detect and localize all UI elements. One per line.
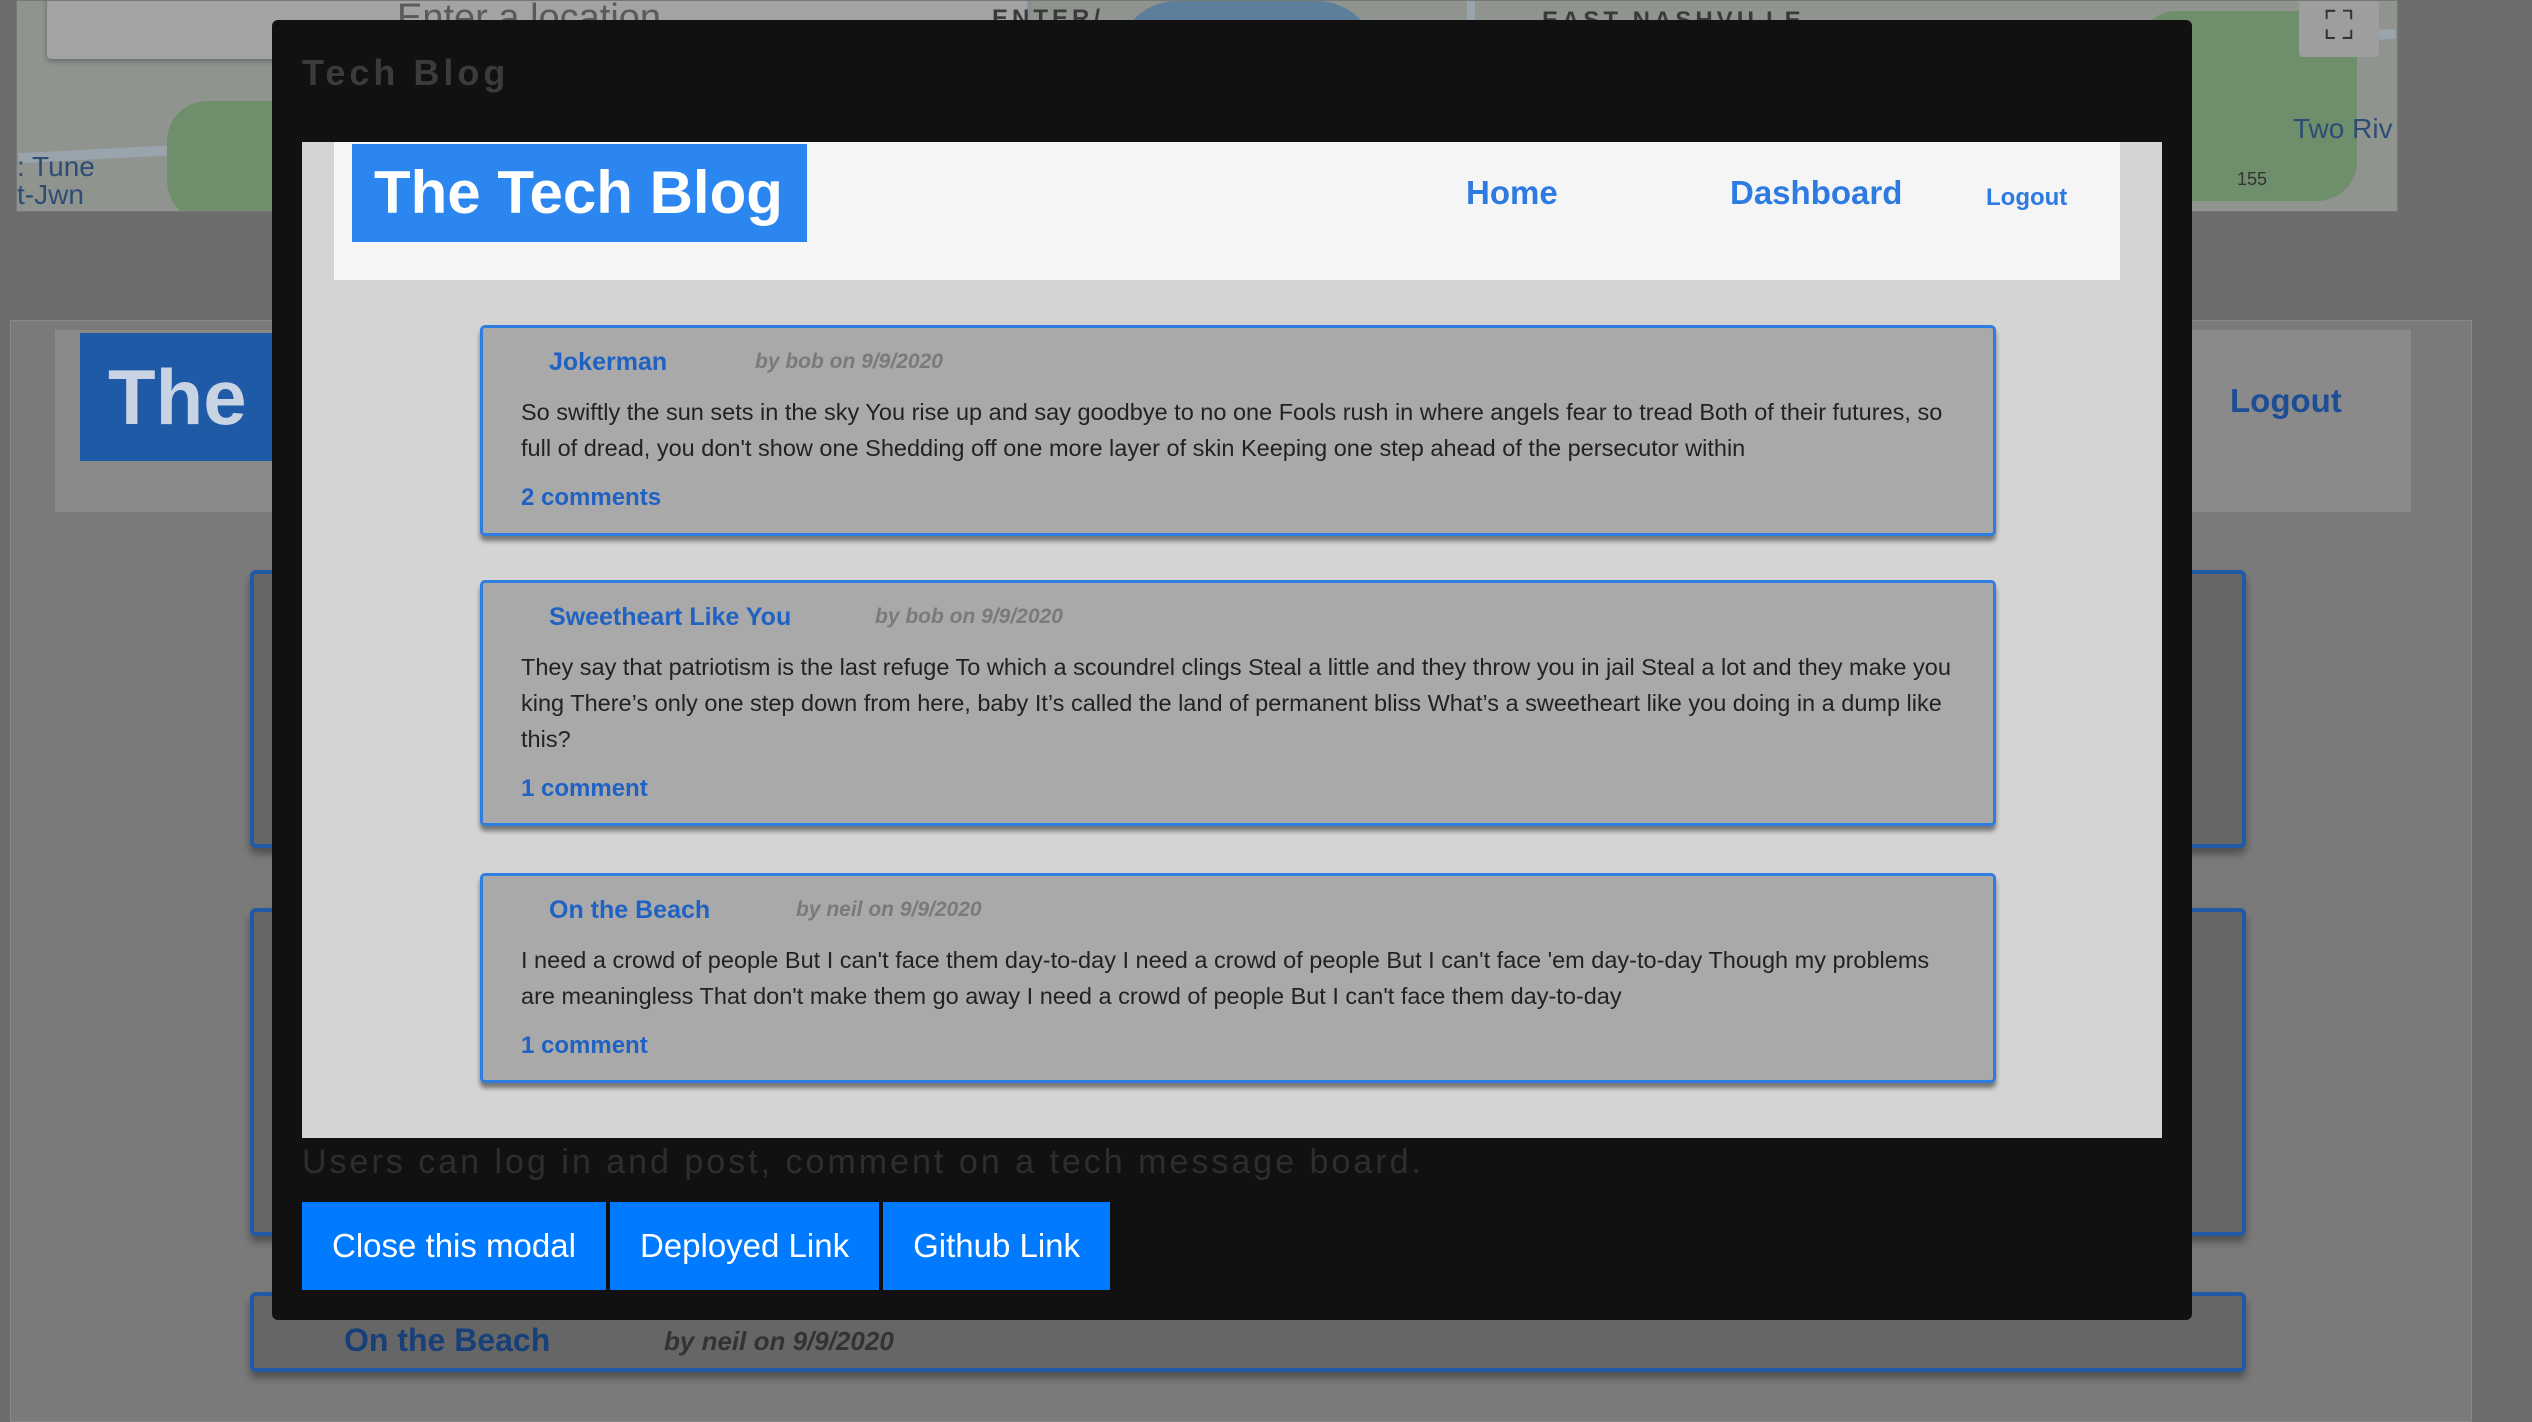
post-body: I need a crowd of people But I can't fac… bbox=[521, 947, 1930, 1009]
nav-dashboard-link[interactable]: Dashboard bbox=[1730, 174, 1902, 212]
modal-title: Tech Blog bbox=[302, 52, 510, 93]
post-comments-link[interactable]: 1 comment bbox=[521, 1032, 648, 1060]
post-body: So swiftly the sun sets in the sky You r… bbox=[521, 399, 1943, 461]
nav-logout-link[interactable]: Logout bbox=[1986, 184, 2067, 212]
github-link-button[interactable]: Github Link bbox=[883, 1202, 1111, 1290]
post-comments-link[interactable]: 1 comment bbox=[521, 775, 648, 803]
post-meta: by bob on 9/9/2020 bbox=[875, 605, 1063, 628]
post-body: They say that patriotism is the last ref… bbox=[521, 654, 1951, 752]
post-title[interactable]: Jokerman bbox=[549, 348, 667, 377]
post-comments-link[interactable]: 2 comments bbox=[521, 484, 661, 512]
post-card: On the Beach by neil on 9/9/2020 I need … bbox=[480, 873, 1996, 1083]
background-post-meta: by neil on 9/9/2020 bbox=[664, 1326, 894, 1356]
post-meta: by bob on 9/9/2020 bbox=[755, 350, 943, 373]
map-label: t-Jwn bbox=[17, 179, 84, 210]
background-brand: The bbox=[80, 333, 280, 461]
map-label: 155 bbox=[2237, 169, 2268, 189]
close-modal-button[interactable]: Close this modal bbox=[302, 1202, 606, 1290]
post-title[interactable]: Sweetheart Like You bbox=[549, 603, 791, 632]
app-brand: The Tech Blog bbox=[352, 144, 807, 242]
post-title[interactable]: On the Beach bbox=[549, 896, 710, 925]
deployed-link-button[interactable]: Deployed Link bbox=[609, 1202, 880, 1290]
app-header: The Tech Blog Home Dashboard Logout bbox=[334, 142, 2120, 280]
background-logout-link[interactable]: Logout bbox=[2230, 382, 2342, 420]
project-modal: Tech Blog The Tech Blog Home Dashboard L… bbox=[272, 20, 2192, 1320]
modal-description: Users can log in and post, comment on a … bbox=[302, 1143, 1424, 1181]
modal-actions: Close this modal Deployed Link Github Li… bbox=[302, 1202, 1111, 1290]
fullscreen-icon[interactable]: ⛶ bbox=[2299, 1, 2379, 57]
post-card: Jokerman by bob on 9/9/2020 So swiftly t… bbox=[480, 325, 1996, 536]
post-card: Sweetheart Like You by bob on 9/9/2020 T… bbox=[480, 580, 1996, 826]
map-label: Two Riv bbox=[2293, 113, 2393, 144]
project-screenshot: The Tech Blog Home Dashboard Logout Joke… bbox=[302, 142, 2162, 1138]
background-post-title: On the Beach bbox=[344, 1322, 551, 1358]
post-meta: by neil on 9/9/2020 bbox=[796, 898, 982, 921]
nav-home-link[interactable]: Home bbox=[1466, 174, 1558, 212]
